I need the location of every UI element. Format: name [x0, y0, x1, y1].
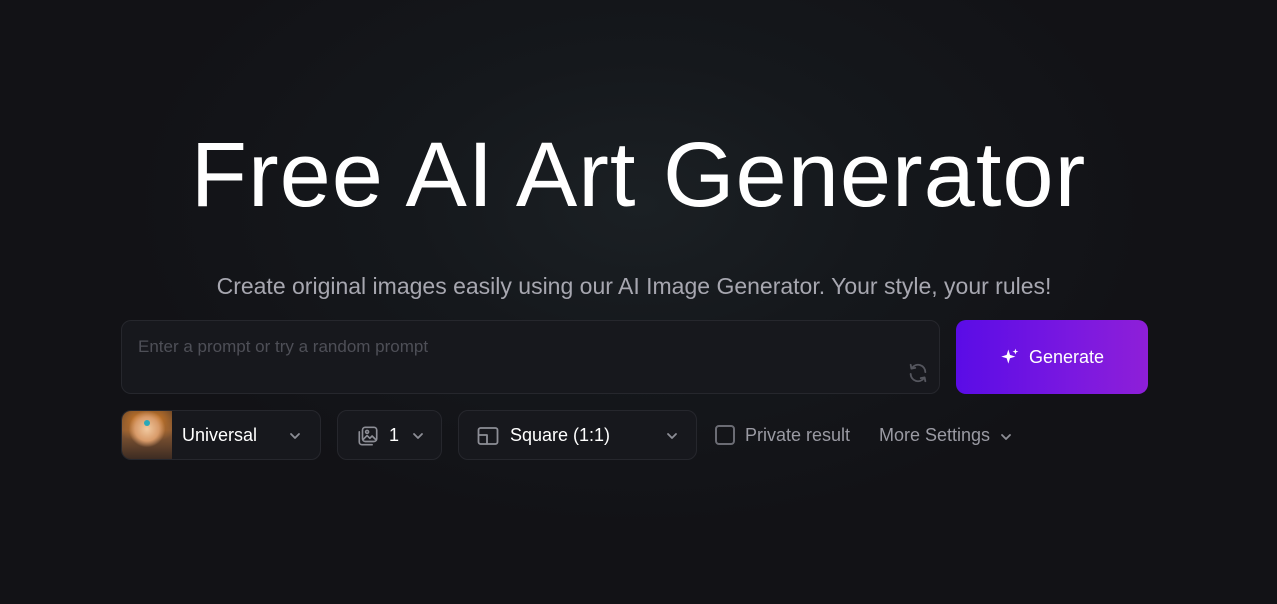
images-icon — [357, 425, 379, 447]
page-title: Free AI Art Generator — [190, 124, 1087, 226]
sparkle-icon — [1000, 347, 1020, 367]
prompt-input[interactable] — [138, 335, 898, 359]
chevron-down-icon — [411, 429, 425, 443]
model-label: Universal — [182, 424, 258, 445]
refresh-icon[interactable] — [907, 362, 929, 384]
private-result-toggle[interactable]: Private result — [715, 422, 850, 448]
more-settings-label: More Settings — [879, 424, 991, 445]
generate-button[interactable]: Generate — [956, 320, 1148, 394]
chevron-down-icon — [288, 429, 302, 443]
aspect-ratio-label: Square (1:1) — [510, 425, 611, 445]
private-result-label: Private result — [745, 424, 851, 445]
page-subtitle: Create original images easily using our … — [216, 273, 1052, 299]
image-count-value: 1 — [389, 425, 400, 445]
more-settings-button[interactable]: More Settings — [879, 422, 1013, 448]
page: Free AI Art Generator Create original im… — [0, 0, 1277, 604]
chevron-down-icon — [665, 429, 679, 443]
prompt-box[interactable] — [121, 320, 940, 394]
image-count-select[interactable]: 1 — [337, 410, 442, 460]
model-select[interactable]: Universal — [121, 410, 321, 460]
aspect-ratio-icon — [477, 426, 499, 446]
chevron-down-icon — [999, 428, 1013, 442]
checkbox-icon[interactable] — [715, 425, 735, 445]
generate-label: Generate — [1028, 346, 1105, 367]
aspect-ratio-select[interactable]: Square (1:1) — [458, 410, 697, 460]
model-avatar — [122, 411, 172, 459]
